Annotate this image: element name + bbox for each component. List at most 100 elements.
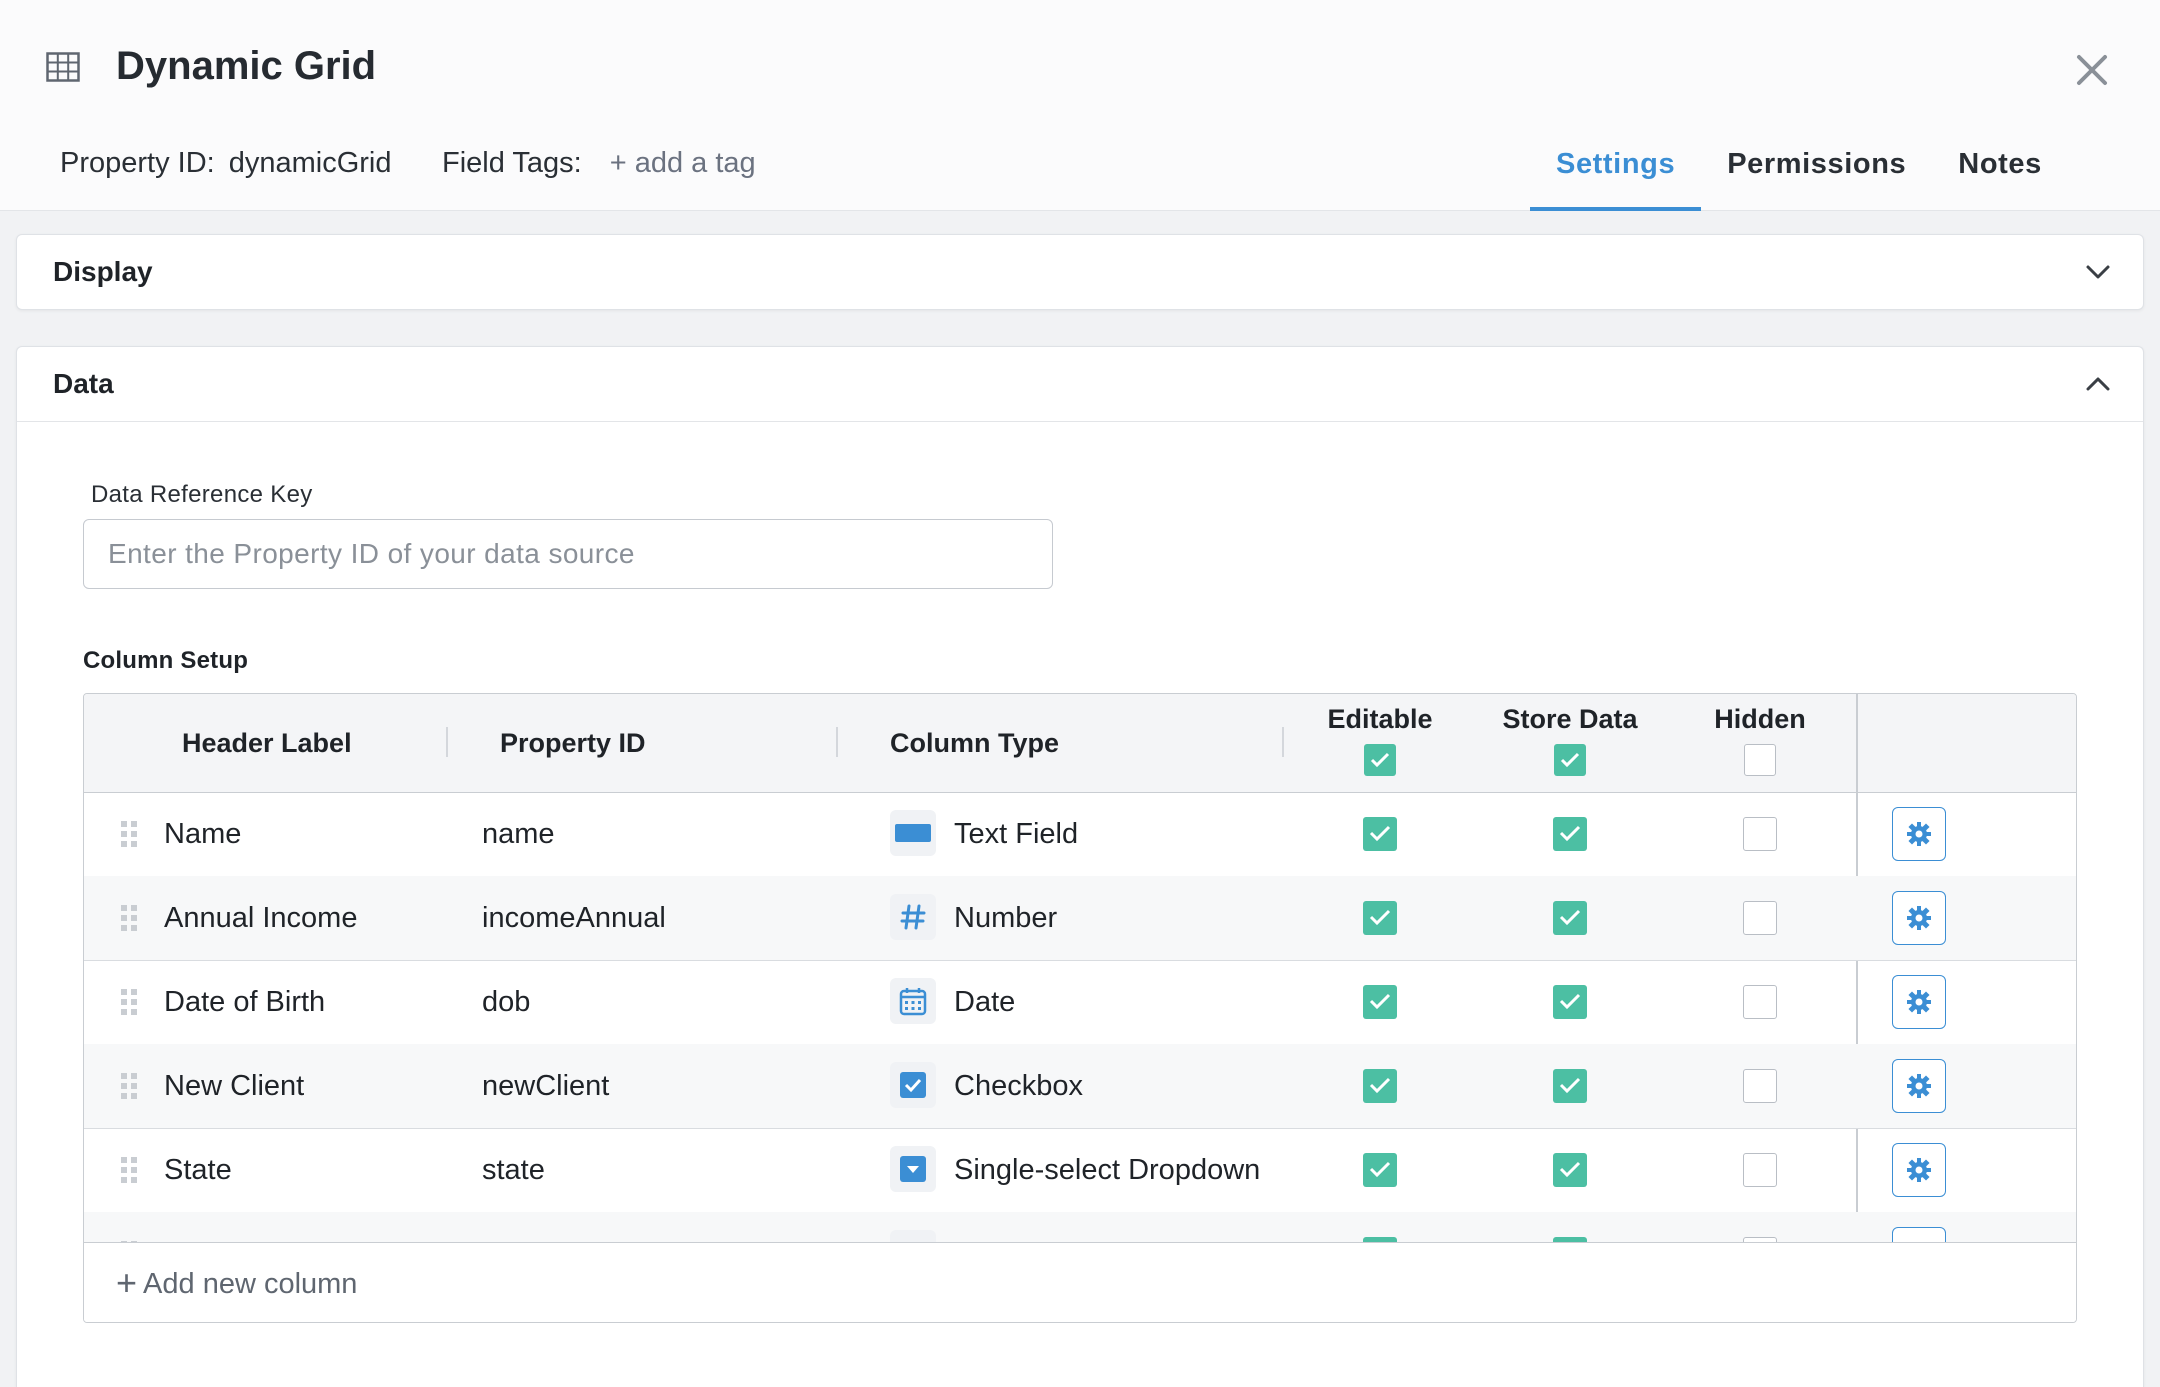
column-settings-button[interactable]	[1892, 891, 1946, 945]
add-column-button[interactable]: + Add new column	[116, 1265, 357, 1302]
column-type-cell: Single-select Dropdown	[954, 1154, 1261, 1186]
page-title: Dynamic Grid	[116, 44, 377, 88]
drag-handle-icon[interactable]	[120, 1072, 138, 1100]
column-type-cell: Date	[954, 986, 1016, 1018]
field-tags-label: Field Tags:	[442, 147, 582, 179]
property-id-cell: incomeAnnual	[482, 902, 666, 934]
hash-icon	[890, 894, 936, 940]
hidden-checkbox[interactable]	[1743, 1153, 1777, 1187]
column-settings-button[interactable]	[1892, 975, 1946, 1029]
store-data-checkbox[interactable]	[1553, 817, 1587, 851]
table-header: Header Label Property ID Column Type Edi…	[84, 694, 2076, 793]
column-setup-table: Header Label Property ID Column Type Edi…	[83, 693, 2077, 1323]
gear-icon	[1907, 990, 1931, 1014]
tab-permissions[interactable]: Permissions	[1701, 140, 1932, 210]
add-column-row: + Add new column	[84, 1242, 2076, 1322]
property-id-cell: newClient	[482, 1070, 610, 1102]
table-row: Name name Text Field	[84, 792, 2076, 877]
drag-handle-icon[interactable]	[120, 988, 138, 1016]
type-icon	[890, 1230, 936, 1242]
gear-icon	[1907, 1074, 1931, 1098]
add-tag-link[interactable]: + add a tag	[610, 147, 756, 179]
hidden-checkbox[interactable]	[1743, 901, 1777, 935]
drag-handle-icon[interactable]	[120, 820, 138, 848]
table-row	[84, 1212, 2076, 1242]
display-panel: Display	[16, 234, 2144, 310]
store-data-column: Store Data	[1502, 704, 1638, 734]
column-settings-button[interactable]	[1892, 1143, 1946, 1197]
column-divider	[446, 727, 448, 757]
property-id-column: Property ID	[500, 728, 646, 758]
add-column-label: Add new column	[143, 1268, 358, 1300]
property-id-label: Property ID:	[60, 147, 215, 179]
gear-icon	[1907, 906, 1931, 930]
editable-checkbox[interactable]	[1363, 1069, 1397, 1103]
hidden-checkbox[interactable]	[1743, 817, 1777, 851]
gear-icon	[1907, 1158, 1931, 1182]
property-id-value: dynamicGrid	[228, 147, 392, 179]
header-label-cell: Date of Birth	[164, 986, 326, 1018]
calendar-icon	[890, 978, 936, 1024]
column-divider	[1282, 727, 1284, 757]
column-settings-button[interactable]	[1892, 1227, 1946, 1242]
chevron-down-icon[interactable]	[2083, 257, 2113, 287]
display-panel-header[interactable]: Display	[17, 235, 2143, 309]
editable-checkbox[interactable]	[1363, 985, 1397, 1019]
editable-checkbox[interactable]	[1363, 1153, 1397, 1187]
tab-settings[interactable]: Settings	[1530, 140, 1702, 211]
header-label-column: Header Label	[182, 728, 352, 758]
editable-checkbox[interactable]	[1363, 901, 1397, 935]
column-divider	[836, 727, 838, 757]
display-panel-title: Display	[53, 256, 153, 287]
tab-notes[interactable]: Notes	[1932, 140, 2068, 210]
store-data-checkbox[interactable]	[1553, 985, 1587, 1019]
property-id-meta: Property ID: dynamicGrid	[60, 145, 392, 181]
data-panel-header[interactable]: Data	[17, 347, 2143, 422]
table-row: Date of Birth dob Date	[84, 960, 2076, 1045]
column-type-cell: Checkbox	[954, 1070, 1083, 1102]
header-label-cell: Annual Income	[164, 902, 358, 934]
text-field-icon	[890, 810, 936, 856]
property-id-cell: dob	[482, 986, 531, 1018]
store-data-checkbox[interactable]	[1553, 1153, 1587, 1187]
grid-table-icon	[46, 52, 80, 82]
editable-checkbox[interactable]	[1363, 817, 1397, 851]
tab-bar: Settings Permissions Notes	[1530, 140, 2068, 211]
hidden-all-checkbox[interactable]	[1744, 744, 1776, 776]
drag-handle-icon[interactable]	[120, 904, 138, 932]
data-panel-title: Data	[53, 368, 114, 399]
data-reference-key-input[interactable]	[83, 519, 1053, 589]
table-row: Annual Income incomeAnnual Number	[84, 876, 2076, 961]
property-id-cell: name	[482, 818, 555, 850]
header-label-cell: Name	[164, 818, 242, 850]
hidden-column: Hidden	[1714, 704, 1806, 734]
field-tags-meta: Field Tags: + add a tag	[442, 145, 756, 181]
checkbox-icon	[890, 1062, 936, 1108]
close-icon[interactable]	[2074, 52, 2110, 88]
dropdown-icon	[890, 1146, 936, 1192]
column-type-cell: Text Field	[954, 818, 1079, 850]
column-type-column: Column Type	[890, 728, 1060, 758]
store-data-checkbox[interactable]	[1553, 901, 1587, 935]
editable-column: Editable	[1327, 704, 1433, 734]
column-type-cell: Number	[954, 902, 1058, 934]
property-id-cell: state	[482, 1154, 545, 1186]
column-settings-button[interactable]	[1892, 1059, 1946, 1113]
column-setup-label: Column Setup	[83, 647, 249, 674]
data-panel: Data Data Reference Key Column Setup Hea…	[16, 346, 2144, 1387]
header-label-cell: New Client	[164, 1070, 305, 1102]
editable-all-checkbox[interactable]	[1364, 744, 1396, 776]
hidden-checkbox[interactable]	[1743, 985, 1777, 1019]
table-row: New Client newClient Checkbox	[84, 1044, 2076, 1129]
table-body: Name name Text Field Annual Income incomeAnn…	[84, 792, 2076, 1242]
hidden-checkbox[interactable]	[1743, 1069, 1777, 1103]
store-data-checkbox[interactable]	[1553, 1069, 1587, 1103]
column-settings-button[interactable]	[1892, 807, 1946, 861]
plus-icon: +	[116, 1262, 138, 1303]
store-data-all-checkbox[interactable]	[1554, 744, 1586, 776]
header-label-cell: State	[164, 1154, 232, 1186]
chevron-up-icon[interactable]	[2083, 369, 2113, 399]
gear-icon	[1907, 822, 1931, 846]
modal-header: Dynamic Grid Property ID: dynamicGrid Fie…	[0, 0, 2160, 211]
drag-handle-icon[interactable]	[120, 1156, 138, 1184]
